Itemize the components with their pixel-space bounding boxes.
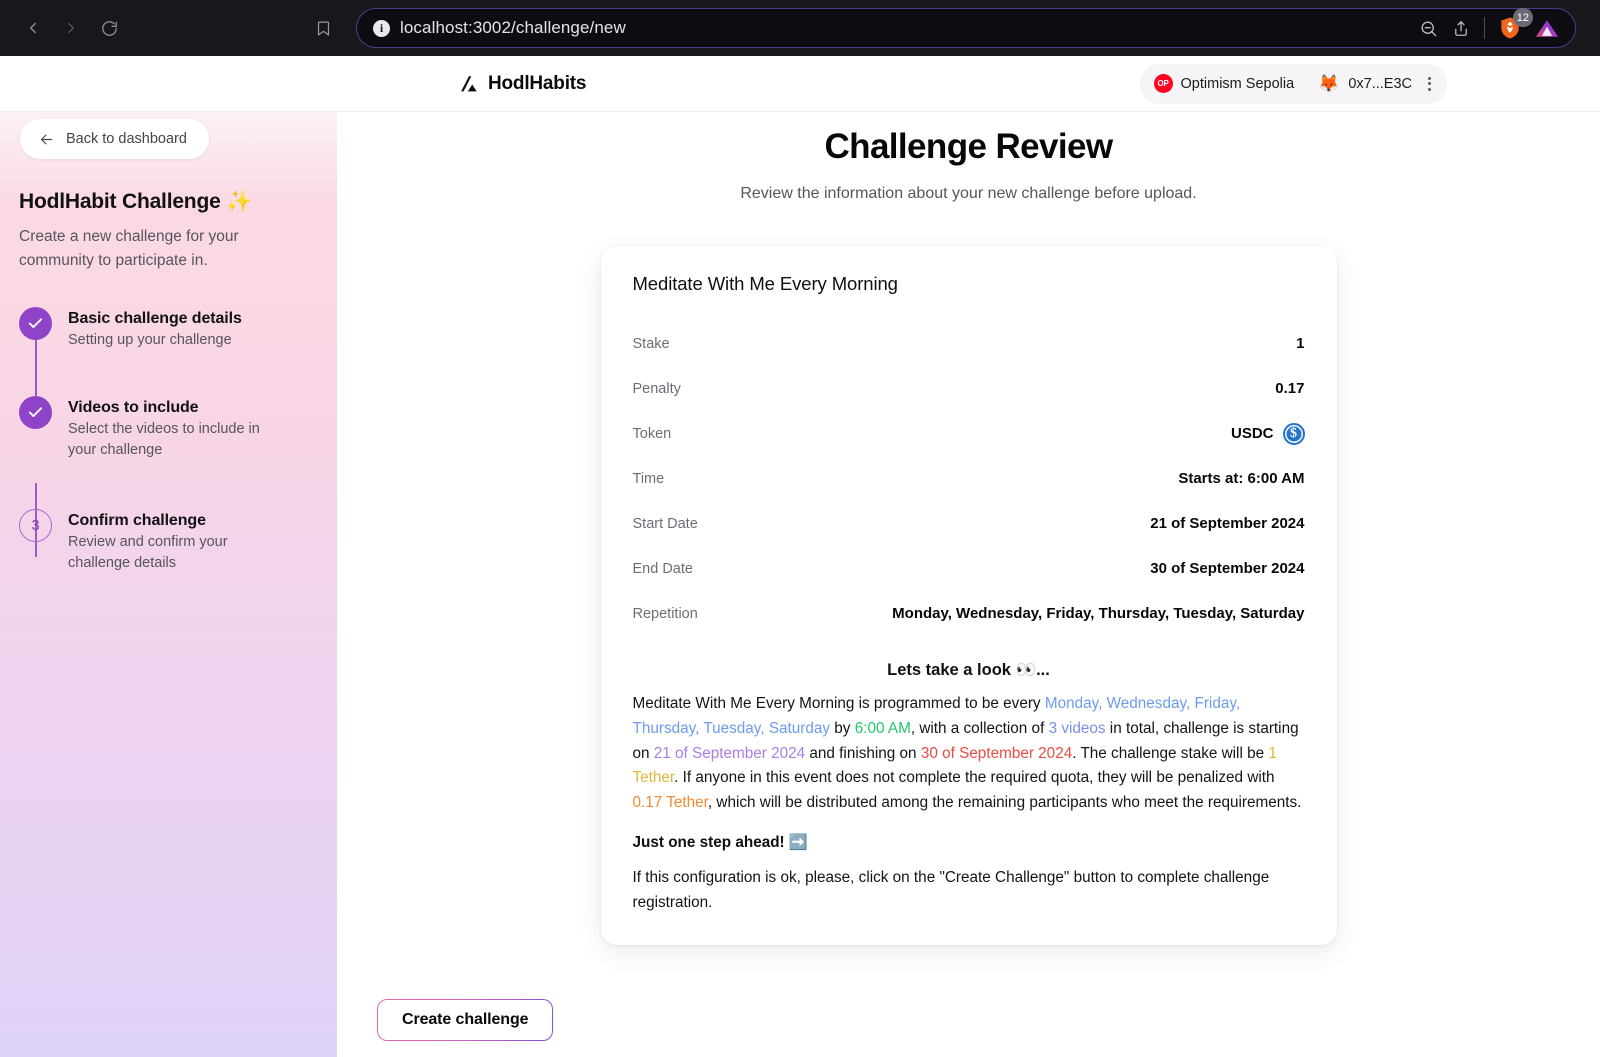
- step-title: Basic challenge details: [68, 310, 242, 328]
- sidebar-subtitle: Create a new challenge for your communit…: [19, 228, 239, 270]
- browser-toolbar: i localhost:3002/challenge/new 12: [0, 0, 1600, 56]
- back-to-dashboard-button[interactable]: Back to dashboard: [20, 119, 209, 159]
- summary-time: 6:00 AM: [854, 719, 911, 737]
- summary-start-date: 21 of September 2024: [653, 744, 806, 762]
- summary-t6: . The challenge stake will be: [1072, 744, 1269, 762]
- row-label: Start Date: [632, 515, 698, 532]
- summary-t1: Meditate With Me Every Morning is progra…: [632, 695, 1045, 712]
- address-bar[interactable]: i localhost:3002/challenge/new 12: [356, 8, 1576, 48]
- detail-row-start-date: Start Date 21 of September 2024: [633, 501, 1305, 546]
- network-label: Optimism Sepolia: [1180, 75, 1295, 92]
- browser-forward-button[interactable]: [54, 11, 88, 45]
- row-value: 1: [1296, 335, 1305, 352]
- summary-t7: . If anyone in this event does not compl…: [674, 769, 1275, 787]
- create-challenge-button[interactable]: Create challenge: [377, 999, 553, 1041]
- sidebar-step-confirm[interactable]: 3 Confirm challenge Review and confirm y…: [19, 509, 318, 574]
- row-label: Token: [632, 425, 672, 442]
- row-label: Repetition: [632, 605, 698, 622]
- back-to-dashboard-label: Back to dashboard: [66, 131, 187, 147]
- app-header: HodlHabits OP Optimism Sepolia 🦊 0x7...E…: [0, 56, 1600, 112]
- browser-back-button[interactable]: [16, 11, 50, 45]
- brand-name: HodlHabits: [488, 72, 587, 94]
- usdc-coin-icon: $: [1282, 422, 1305, 445]
- step-desc: Setting up your challenge: [68, 332, 232, 349]
- network-selector[interactable]: OP Optimism Sepolia: [1153, 74, 1295, 93]
- summary-videos: 3 videos: [1048, 719, 1106, 737]
- stepper: Basic challenge details Setting up your …: [19, 307, 318, 574]
- detail-row-end-date: End Date 30 of September 2024: [633, 546, 1305, 591]
- main-content: Challenge Review Review the information …: [337, 112, 1600, 1057]
- step-check-icon: [19, 307, 52, 341]
- row-label: Time: [632, 470, 665, 487]
- step-title: Videos to include: [68, 399, 199, 417]
- wallet-address: 0x7...E3C: [1348, 75, 1412, 92]
- metamask-fox-icon: 🦊: [1318, 74, 1340, 93]
- challenge-name: Meditate With Me Every Morning: [632, 273, 898, 294]
- summary-t3: , with a collection of: [910, 719, 1049, 737]
- row-value: 0.17: [1275, 380, 1305, 397]
- zoom-out-icon[interactable]: [1419, 19, 1438, 38]
- bookmark-icon[interactable]: [306, 11, 340, 45]
- brand[interactable]: HodlHabits: [457, 73, 586, 95]
- step-title: Confirm challenge: [68, 512, 206, 530]
- row-value: 21 of September 2024: [1150, 515, 1305, 532]
- share-icon[interactable]: [1452, 19, 1470, 38]
- stepper-connector: [35, 340, 37, 397]
- row-label: End Date: [632, 560, 693, 577]
- summary-t2: by: [830, 719, 855, 737]
- step-number-badge: 3: [19, 509, 52, 543]
- sidebar-step-basic-details[interactable]: Basic challenge details Setting up your …: [19, 307, 318, 351]
- summary-penalty: 0.17 Tether: [632, 794, 708, 812]
- step-desc: Select the videos to include in your cha…: [68, 421, 260, 459]
- closing-paragraph: If this configuration is ok, please, cli…: [632, 868, 1270, 911]
- site-info-icon[interactable]: i: [373, 19, 390, 37]
- row-value: Monday, Wednesday, Friday, Thursday, Tue…: [892, 605, 1305, 622]
- summary-heading: Lets take a look 👀...: [887, 661, 1050, 679]
- summary-paragraph: Meditate With Me Every Morning is progra…: [633, 692, 1305, 816]
- challenge-review-card: Meditate With Me Every Morning Stake 1 P…: [600, 246, 1337, 946]
- page-title: Challenge Review: [824, 127, 1113, 166]
- kebab-menu-icon[interactable]: [1422, 73, 1437, 95]
- row-label: Stake: [632, 335, 670, 352]
- row-label: Penalty: [632, 380, 681, 397]
- url-text: localhost:3002/challenge/new: [400, 18, 626, 37]
- slash-triangle-logo-icon: [461, 75, 477, 91]
- triangle-extension-icon[interactable]: [1535, 18, 1559, 39]
- arrow-left-icon: [38, 132, 55, 147]
- toolbar-divider: [1484, 17, 1485, 39]
- row-value: 30 of September 2024: [1150, 560, 1305, 577]
- row-value: Starts at: 6:00 AM: [1178, 470, 1305, 487]
- page-subtitle: Review the information about your new ch…: [740, 185, 1197, 202]
- detail-row-penalty: Penalty 0.17: [633, 366, 1305, 411]
- brave-shield-badge: 12: [1512, 8, 1533, 27]
- sidebar-title: HodlHabit Challenge ✨: [19, 190, 253, 213]
- sidebar: Back to dashboard HodlHabit Challenge ✨ …: [0, 112, 337, 1057]
- sidebar-step-videos[interactable]: Videos to include Select the videos to i…: [19, 396, 318, 461]
- summary-t5: and finishing on: [805, 744, 921, 762]
- step-check-icon: [19, 396, 52, 430]
- summary-t8: , which will be distributed among the re…: [707, 794, 1302, 812]
- row-value-wrap: USDC $: [1230, 422, 1305, 445]
- page-body: Back to dashboard HodlHabit Challenge ✨ …: [0, 112, 1600, 1057]
- wallet-widget[interactable]: OP Optimism Sepolia 🦊 0x7...E3C: [1139, 63, 1447, 104]
- detail-row-repetition: Repetition Monday, Wednesday, Friday, Th…: [633, 591, 1305, 636]
- step-desc: Review and confirm your challenge detail…: [68, 534, 228, 572]
- detail-row-time: Time Starts at: 6:00 AM: [633, 456, 1305, 501]
- account-button[interactable]: 🦊 0x7...E3C: [1318, 75, 1412, 92]
- token-symbol: USDC: [1230, 425, 1274, 442]
- detail-row-token: Token USDC $: [633, 411, 1305, 456]
- challenge-details-list: Stake 1 Penalty 0.17 Token USDC $ Time S: [633, 321, 1305, 636]
- next-step-heading: Just one step ahead! ➡️: [632, 833, 808, 851]
- detail-row-stake: Stake 1: [633, 321, 1305, 366]
- optimism-icon: OP: [1153, 74, 1173, 93]
- brave-shield-icon[interactable]: 12: [1499, 8, 1533, 40]
- summary-end-date: 30 of September 2024: [920, 744, 1073, 762]
- browser-reload-button[interactable]: [92, 11, 126, 45]
